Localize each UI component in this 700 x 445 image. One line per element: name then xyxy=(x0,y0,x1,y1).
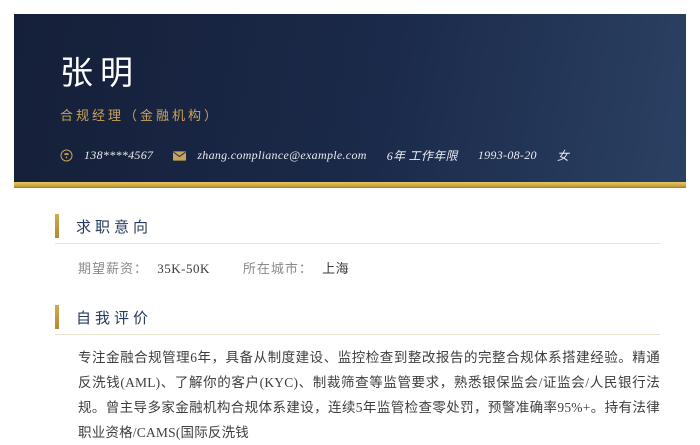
section-heading: 自我评价 xyxy=(55,305,660,329)
contact-email-value: zhang.compliance@example.com xyxy=(197,148,367,162)
contact-gender: 女 xyxy=(557,147,569,164)
field-city: 所在城市： 上海 xyxy=(243,258,349,277)
contact-phone: 138****4567 xyxy=(60,148,153,163)
section-title: 求职意向 xyxy=(76,219,153,236)
section-heading: 求职意向 xyxy=(55,214,660,238)
resume-body: 求职意向 期望薪资： 35K-50K 所在城市： 上海 自我评价 专注金融合规管… xyxy=(14,188,686,445)
resume-header: 张明 合规经理（金融机构） 138****4567 zhang.complian… xyxy=(14,14,686,182)
field-label: 所在城市： xyxy=(242,261,313,276)
section-job-intent: 求职意向 期望薪资： 35K-50K 所在城市： 上海 xyxy=(55,214,660,277)
contact-work-years: 6年 工作年限 xyxy=(387,147,458,164)
contact-birth-date-value: 1993-08-20 xyxy=(477,148,537,162)
contact-email: zhang.compliance@example.com xyxy=(173,148,366,163)
section-separator xyxy=(55,334,660,335)
field-label: 期望薪资： xyxy=(78,261,149,276)
contact-phone-value: 138****4567 xyxy=(84,148,154,162)
section-self-evaluation: 自我评价 专注金融合规管理6年，具备从制度建设、监控检查到整改报告的完整合规体系… xyxy=(55,305,660,445)
contact-gender-value: 女 xyxy=(556,149,570,163)
heading-accent-bar xyxy=(55,214,59,238)
contact-work-years-value: 6年 工作年限 xyxy=(386,149,458,163)
candidate-name: 张明 xyxy=(60,56,140,92)
field-value: 上海 xyxy=(322,261,350,276)
field-value: 35K-50K xyxy=(157,261,210,276)
resume-page: 张明 合规经理（金融机构） 138****4567 zhang.complian… xyxy=(14,14,686,445)
section-title: 自我评价 xyxy=(76,310,153,327)
field-expected-salary: 期望薪资： 35K-50K xyxy=(78,258,210,277)
self-evaluation-text: 专注金融合规管理6年，具备从制度建设、监控检查到整改报告的完整合规体系搭建经验。… xyxy=(78,350,660,440)
job-intent-fields: 期望薪资： 35K-50K 所在城市： 上海 xyxy=(78,258,660,277)
contact-birth-date: 1993-08-20 xyxy=(478,148,537,163)
phone-icon xyxy=(60,149,73,162)
heading-accent-bar xyxy=(55,305,59,329)
section-separator xyxy=(55,243,660,244)
contact-row: 138****4567 zhang.compliance@example.com… xyxy=(60,147,640,164)
envelope-icon xyxy=(173,150,187,161)
candidate-job-title: 合规经理（金融机构） xyxy=(60,108,221,123)
